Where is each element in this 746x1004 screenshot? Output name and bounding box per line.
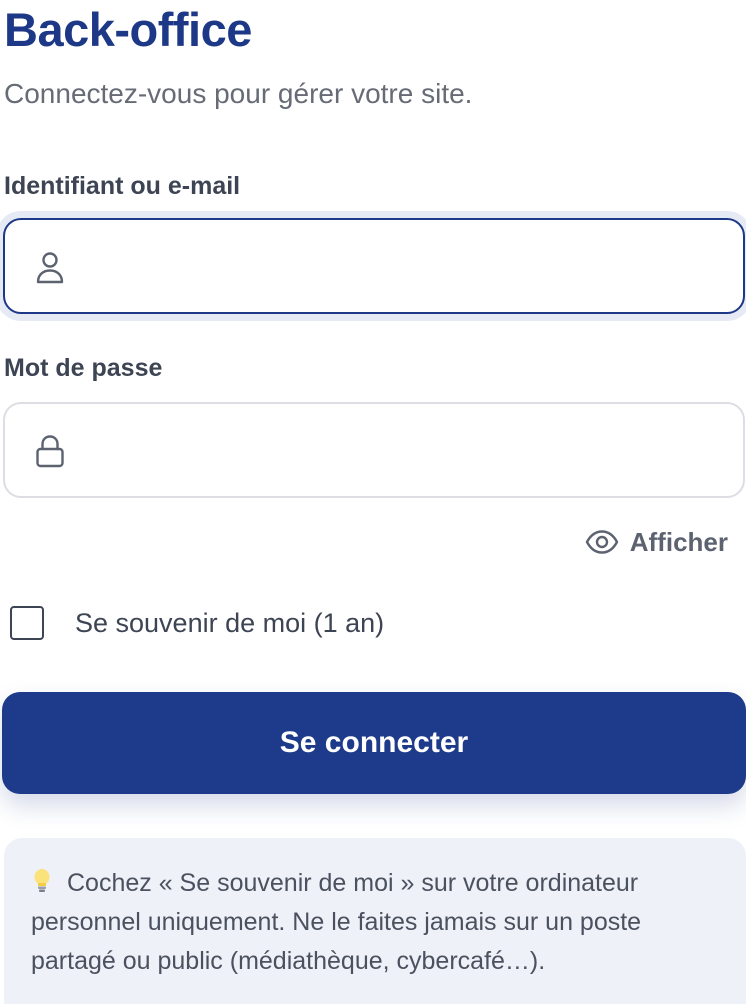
remember-me[interactable]: Se souvenir de moi (1 an): [10, 606, 384, 640]
eye-icon: [585, 530, 618, 554]
show-password-label: Afficher: [629, 526, 728, 557]
login-button[interactable]: Se connecter: [2, 692, 746, 794]
remember-me-checkbox[interactable]: [10, 606, 44, 640]
password-label: Mot de passe: [4, 354, 163, 382]
username-field: [3, 218, 745, 314]
page-subtitle: Connectez-vous pour gérer votre site.: [4, 78, 473, 109]
login-page: Back-office Connectez-vous pour gérer vo…: [0, 0, 746, 1004]
user-icon: [36, 252, 64, 284]
tip-paragraph: Cochez « Se souvenir de moi » sur votre …: [31, 864, 722, 981]
lock-icon: [36, 435, 64, 468]
tip-text: Cochez « Se souvenir de moi » sur votre …: [31, 869, 642, 975]
remember-me-label[interactable]: Se souvenir de moi (1 an): [75, 608, 384, 639]
lightbulb-icon: [34, 869, 50, 892]
show-password-toggle[interactable]: Afficher: [584, 522, 728, 562]
username-label: Identifiant ou e-mail: [4, 172, 241, 200]
password-field: [3, 402, 745, 498]
tip-box: Cochez « Se souvenir de moi » sur votre …: [4, 838, 746, 1004]
password-input[interactable]: [89, 422, 713, 480]
username-input[interactable]: [89, 238, 713, 296]
page-title: Back-office: [4, 3, 252, 56]
